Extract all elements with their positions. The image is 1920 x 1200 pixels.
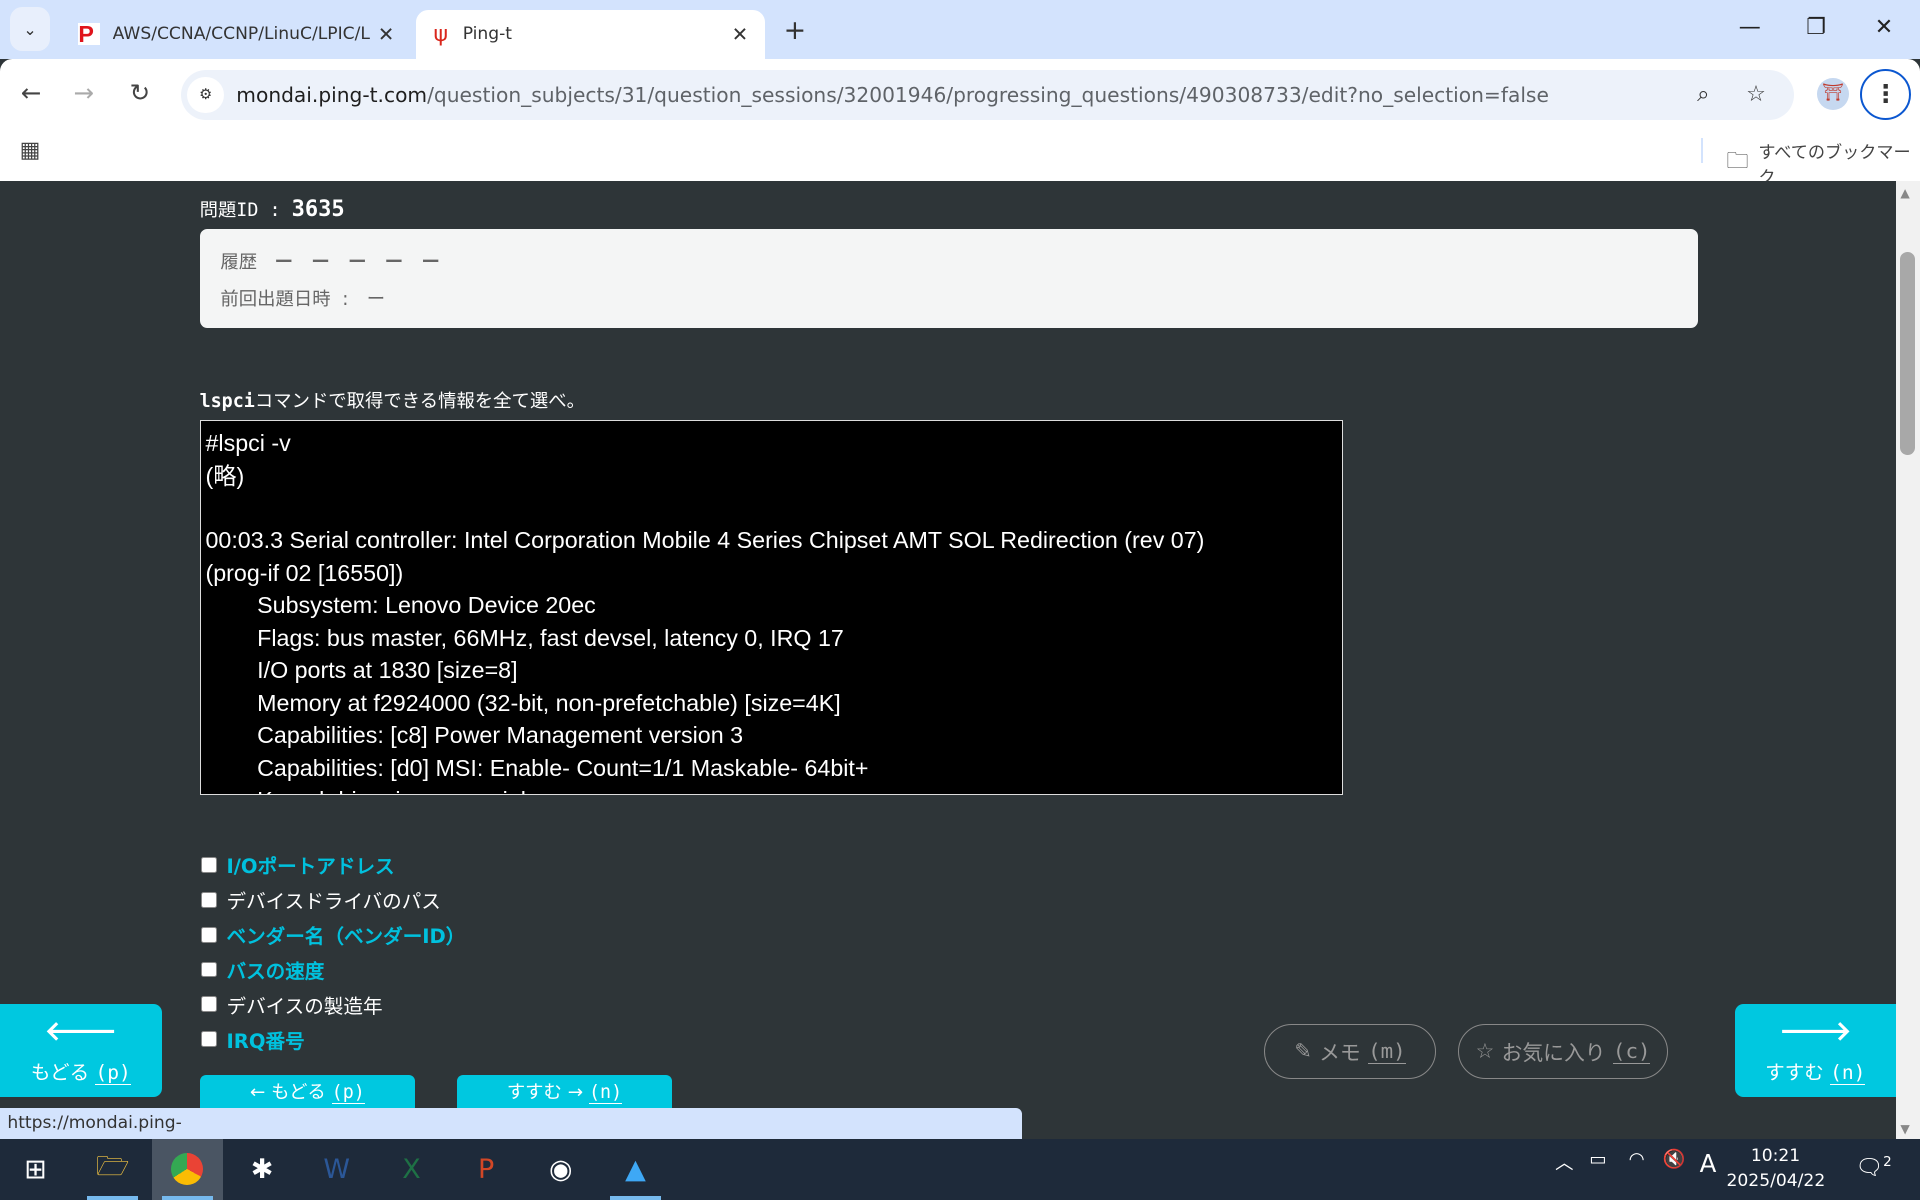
profile-avatar[interactable]: ⛩ <box>1817 78 1849 111</box>
github-desktop-icon[interactable]: ◉ <box>525 1139 596 1200</box>
options-list: I/Oポートアドレスデバイスドライバのパスベンダー名（ベンダーID） バスの速度デ… <box>200 847 466 1057</box>
checkbox[interactable] <box>200 891 217 908</box>
terminal-output: #lspci -v (略) 00:03.3 Serial controller:… <box>199 420 1344 795</box>
address-bar[interactable]: ⚙ mondai.ping-t.com/question_subjects/31… <box>181 69 1794 120</box>
windows-start-icon[interactable]: ⊞ <box>0 1139 71 1200</box>
close-icon[interactable]: ✕ <box>378 23 394 46</box>
slack-icon[interactable]: ✱ <box>227 1139 298 1200</box>
memo-button[interactable]: ✎ メモ (m) <box>1263 1023 1437 1079</box>
checkbox[interactable] <box>200 961 217 978</box>
option-item[interactable]: I/Oポートアドレス <box>200 847 466 882</box>
favicon-p: P <box>78 23 101 46</box>
file-explorer-icon[interactable]: 🗁 <box>77 1139 148 1200</box>
battery-icon[interactable]: ▭ <box>1589 1149 1606 1170</box>
tab-title: Ping-t <box>462 24 513 45</box>
volume-muted-icon[interactable]: 🔇 <box>1663 1149 1686 1170</box>
checkbox[interactable] <box>200 926 217 943</box>
option-item[interactable]: バスの速度 <box>200 952 466 987</box>
chrome-icon[interactable] <box>151 1138 223 1200</box>
arrow-left-icon: 🡐 <box>44 1016 117 1048</box>
url-text[interactable]: mondai.ping-t.com/question_subjects/31/q… <box>236 83 1549 107</box>
tray-chevron-icon[interactable]: ︿ <box>1555 1149 1573 1175</box>
powerpoint-icon[interactable]: P <box>451 1139 522 1200</box>
new-tab-button[interactable]: + <box>784 15 807 46</box>
zoom-out-icon[interactable]: ⌕ <box>1697 82 1709 107</box>
checkbox[interactable] <box>200 1031 217 1048</box>
pencil-icon: ✎ <box>1294 1039 1312 1064</box>
arrow-right-icon: → <box>567 1082 584 1104</box>
star-icon: ☆ <box>1475 1039 1495 1064</box>
star-bookmark-icon[interactable]: ☆ <box>1746 82 1766 107</box>
option-label: デバイスの製造年 <box>226 994 383 1018</box>
divider <box>1700 138 1704 163</box>
wifi-icon[interactable]: ◠ <box>1629 1149 1645 1170</box>
word-icon[interactable]: W <box>301 1139 372 1200</box>
option-label: ベンダー名（ベンダーID） <box>226 925 466 949</box>
option-item[interactable]: デバイスドライバのパス <box>200 882 466 917</box>
arrow-left-icon: ← <box>249 1082 266 1104</box>
close-window-button[interactable]: ✕ <box>1875 15 1893 40</box>
status-bar-url: https://mondai.ping-t.com/question_subje… <box>0 1108 1023 1164</box>
notification-count: 2 <box>1883 1154 1892 1170</box>
minimize-button[interactable]: — <box>1739 15 1761 40</box>
arrow-right-icon: 🡒 <box>1779 1016 1852 1048</box>
forward-button[interactable]: → <box>73 78 94 107</box>
option-item[interactable]: IRQ番号 <box>200 1022 466 1057</box>
tab-search-button[interactable]: ⌄ <box>9 7 51 52</box>
scroll-up-icon[interactable]: ▲ <box>1900 186 1909 200</box>
option-label: I/Oポートアドレス <box>226 855 395 879</box>
excel-icon[interactable]: X <box>376 1139 447 1200</box>
favorite-button[interactable]: ☆ お気に入り (c) <box>1458 1023 1668 1079</box>
ime-indicator[interactable]: A <box>1700 1149 1717 1178</box>
checkbox[interactable] <box>200 996 217 1013</box>
chevron-down-icon: ⌄ <box>23 19 37 39</box>
history-box: 履歴 ー ー ー ー ー 前回出題日時 : ー <box>199 228 1699 329</box>
history-marks: ー ー ー ー ー <box>274 251 440 273</box>
clock[interactable]: 10:21 2025/04/22 <box>1727 1144 1826 1195</box>
bookmarks-bar <box>0 122 1920 182</box>
option-item[interactable]: デバイスの製造年 <box>200 987 466 1022</box>
close-icon[interactable]: ✕ <box>732 23 748 46</box>
site-settings-icon[interactable]: ⚙ <box>187 76 225 114</box>
prev-question-button[interactable]: 🡐 もどる (p) <box>0 1004 162 1098</box>
last-date-label: 前回出題日時 <box>220 288 331 310</box>
tab-aws[interactable]: P AWS/CCNA/CCNP/LinuC/LPIC/L ✕ <box>61 10 411 59</box>
last-date-value: : ー <box>342 288 386 310</box>
tab-ping-t[interactable]: ψ Ping-t ✕ <box>416 9 766 59</box>
checkbox[interactable] <box>200 856 217 873</box>
folder-icon: 🗀 <box>1726 149 1749 175</box>
back-button[interactable]: ← <box>21 78 42 107</box>
restore-button[interactable]: ❐ <box>1806 15 1826 40</box>
scroll-down-icon[interactable]: ▼ <box>1900 1122 1909 1136</box>
scrollbar-thumb[interactable] <box>1900 252 1916 456</box>
reload-button[interactable]: ↻ <box>130 78 151 107</box>
notification-center-icon[interactable]: 🗨2 <box>1855 1155 1892 1180</box>
question-id: 問題ID : 3635 <box>199 196 345 222</box>
next-question-button[interactable]: 🡒 すすむ (n) <box>1735 1004 1896 1098</box>
option-label: IRQ番号 <box>226 1029 305 1053</box>
history-label: 履歴 <box>220 251 258 273</box>
menu-kebab-icon[interactable]: ⋮ <box>1860 68 1912 120</box>
tab-title: AWS/CCNA/CCNP/LinuC/LPIC/L <box>112 24 370 45</box>
ping-t-logo-icon: ψ <box>433 21 448 47</box>
question-text: lspciコマンドで取得できる情報を全て選べ。 <box>199 390 585 412</box>
apps-grid-icon[interactable]: ▦ <box>20 138 41 163</box>
option-label: デバイスドライバのパス <box>226 890 441 914</box>
option-label: バスの速度 <box>226 959 325 983</box>
photos-icon[interactable]: ▲ <box>600 1139 671 1200</box>
option-item[interactable]: ベンダー名（ベンダーID） <box>200 917 466 952</box>
